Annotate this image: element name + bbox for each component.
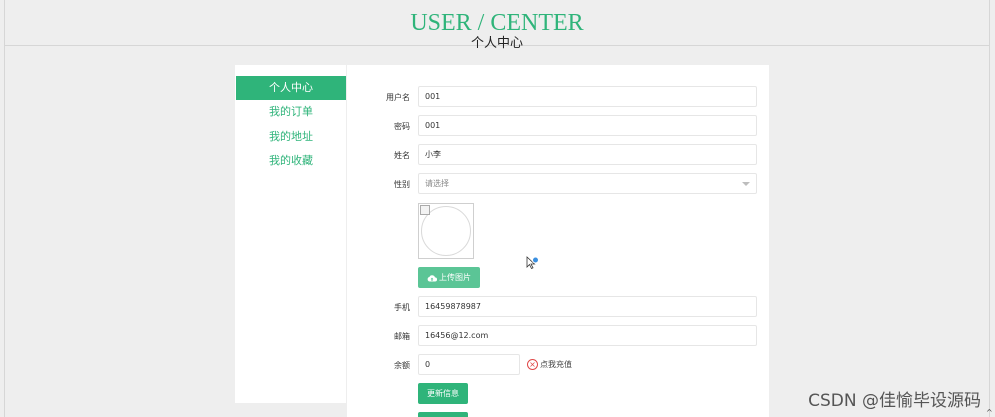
username-label: 用户名	[386, 93, 410, 102]
upload-image-button[interactable]: 上传图片	[418, 267, 480, 288]
sidebar-item-my-address[interactable]: 我的地址	[236, 125, 346, 149]
csdn-watermark: CSDN @佳愉毕设源码	[808, 391, 981, 411]
close-circle-icon: ×	[527, 359, 538, 370]
phone-input[interactable]: 16459878987	[418, 296, 757, 317]
username-input[interactable]: 001	[418, 86, 757, 107]
page-header: USER / CENTER 个人中心	[4, 0, 990, 51]
mouse-cursor-icon	[526, 256, 539, 270]
avatar-preview	[418, 203, 474, 259]
broken-image-icon	[420, 205, 430, 215]
profile-form-panel: 用户名 001 密码 001 姓名 小李 性别 请选择 上传图片 手机 1645…	[347, 65, 769, 417]
email-label: 邮箱	[394, 332, 410, 341]
name-input[interactable]: 小李	[418, 144, 757, 165]
balance-label: 余额	[394, 361, 410, 370]
sidebar-nav: 个人中心 我的订单 我的地址 我的收藏	[235, 65, 346, 403]
sidebar-item-user-center[interactable]: 个人中心	[236, 76, 346, 100]
gender-select-placeholder: 请选择	[425, 179, 449, 188]
secondary-button-partial[interactable]	[418, 412, 468, 417]
header-title-en: USER / CENTER	[410, 10, 584, 36]
update-info-button[interactable]: 更新信息	[418, 383, 468, 404]
recharge-label: 点我充值	[540, 360, 572, 369]
recharge-link[interactable]: × 点我充值	[527, 359, 572, 371]
sidebar-item-my-favorites[interactable]: 我的收藏	[236, 149, 346, 173]
cloud-upload-icon	[427, 274, 437, 281]
password-label: 密码	[394, 122, 410, 131]
gender-select[interactable]: 请选择	[418, 173, 757, 194]
balance-input[interactable]: 0	[418, 354, 520, 375]
phone-label: 手机	[394, 303, 410, 312]
name-label: 姓名	[394, 151, 410, 160]
sidebar-item-my-orders[interactable]: 我的订单	[236, 100, 346, 124]
email-input[interactable]: 16456@12.com	[418, 325, 757, 346]
chevron-down-icon	[742, 182, 750, 186]
gender-label: 性别	[394, 180, 410, 189]
password-input[interactable]: 001	[418, 115, 757, 136]
chevron-up-icon: ^	[986, 408, 993, 417]
upload-image-label: 上传图片	[439, 273, 471, 282]
